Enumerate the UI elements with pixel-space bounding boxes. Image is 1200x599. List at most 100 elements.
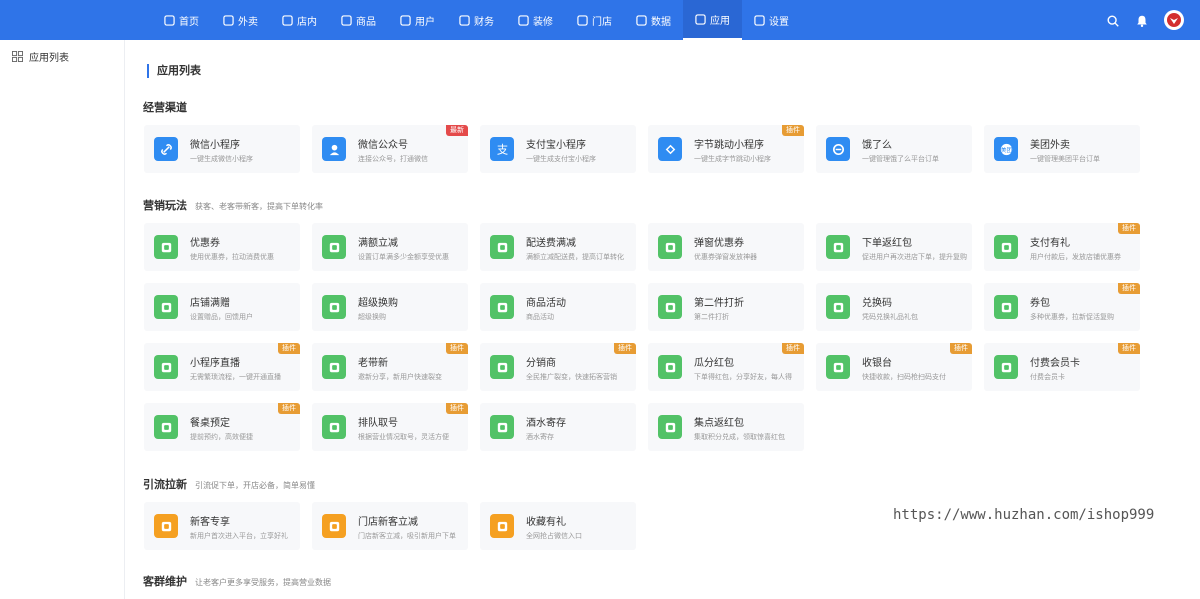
bell-icon[interactable] (1135, 13, 1149, 28)
app-card-name: 兑换码 (862, 298, 892, 309)
app-card-badge: 最新 (446, 125, 468, 136)
app-card-badge: 插件 (782, 125, 804, 136)
sidebar: 应用列表 (0, 40, 125, 599)
main-nav: 首页 外卖 店内 商品 用户 财务 装修 门店 数据 应用 设置 (152, 0, 801, 40)
app-card[interactable]: 新客专享 新用户首次进入平台，立享好礼 (144, 502, 300, 550)
sidebar-item-app-list[interactable]: 应用列表 (0, 40, 124, 72)
app-card-desc: 一键管理美团平台订单 (1030, 155, 1100, 163)
cashier-icon (826, 355, 850, 379)
app-card[interactable]: 门店新客立减 门店新客立减，吸引新用户下单 (312, 502, 468, 550)
app-card[interactable]: 券包 多种优惠券，拉新促活复购 插件 (984, 283, 1140, 331)
app-card-desc: 凭码兑换礼品礼包 (862, 313, 918, 321)
nav-item-7[interactable]: 门店 (565, 0, 624, 40)
app-card[interactable]: 酒水寄存 酒水寄存 (480, 403, 636, 451)
app-card[interactable]: 满额立减 设置订单满多少金额享受优惠 (312, 223, 468, 271)
app-card[interactable]: 支付有礼 用户付款后，发放店铺优惠券 插件 (984, 223, 1140, 271)
nav-item-6[interactable]: 装修 (506, 0, 565, 40)
nav-item-5[interactable]: 财务 (447, 0, 506, 40)
app-card[interactable]: 优惠券 使用优惠券，拉动消费优惠 (144, 223, 300, 271)
app-card-name: 分销商 (526, 358, 556, 369)
app-card[interactable]: 老带新 邀新分享，新用户快速裂变 插件 (312, 343, 468, 391)
app-card[interactable]: 店铺满赠 设置赠品，回馈用户 (144, 283, 300, 331)
app-card-desc: 用户付款后，发放店铺优惠券 (1030, 253, 1121, 261)
app-card[interactable]: 餐桌预定 提前预约，高效便捷 插件 (144, 403, 300, 451)
app-card[interactable]: 分销商 全民推广裂变，快速拓客营销 插件 (480, 343, 636, 391)
app-card-name: 字节跳动小程序 (694, 140, 764, 151)
nav-item-3[interactable]: 商品 (329, 0, 388, 40)
app-card-name: 饿了么 (862, 140, 892, 151)
app-card-name: 排队取号 (358, 418, 398, 429)
nav-item-9[interactable]: 应用 (683, 0, 742, 40)
svg-text:美团: 美团 (1000, 145, 1012, 153)
app-card[interactable]: 弹窗优惠券 优惠券弹窗发放神器 (648, 223, 804, 271)
app-card[interactable]: 商品活动 商品活动 (480, 283, 636, 331)
chart-icon (636, 14, 647, 26)
link-icon (154, 137, 178, 161)
app-card[interactable]: 第二件打折 第二件打折 (648, 283, 804, 331)
nav-item-4[interactable]: 用户 (388, 0, 447, 40)
app-card[interactable]: 支 支付宝小程序 一键生成支付宝小程序 (480, 125, 636, 173)
app-card-desc: 优惠券弹窗发放神器 (694, 253, 757, 261)
nav-item-10[interactable]: 设置 (742, 0, 801, 40)
meituan-icon: 美团 (994, 137, 1018, 161)
nav-item-1[interactable]: 外卖 (211, 0, 270, 40)
app-card-desc: 设置订单满多少金额享受优惠 (358, 253, 449, 261)
section-subtitle: 引流促下单，开店必备，简单易懂 (195, 481, 315, 490)
nav-item-label: 数据 (651, 16, 671, 28)
top-right-tools (1106, 0, 1184, 40)
app-card[interactable]: 字节跳动小程序 一键生成字节跳动小程序 插件 (648, 125, 804, 173)
section-title-2: 引流拉新 引流促下单，开店必备，简单易懂 (143, 476, 315, 492)
home-icon (164, 14, 175, 26)
nav-item-2[interactable]: 店内 (270, 0, 329, 40)
coupon-icon (154, 235, 178, 259)
app-card[interactable]: 饿了么 一键管理饿了么平台订单 (816, 125, 972, 173)
app-card[interactable]: 配送费满减 满额立减配送费，提高订单转化 (480, 223, 636, 271)
app-card-name: 付费会员卡 (1030, 358, 1080, 369)
app-card-name: 支付宝小程序 (526, 140, 586, 151)
apps-icon (695, 13, 706, 25)
app-card-desc: 全网抢占微信入口 (526, 532, 582, 540)
app-card-name: 券包 (1030, 298, 1050, 309)
app-card[interactable]: 下单返红包 促进用户再次进店下单，提升复购 (816, 223, 972, 271)
app-card-badge: 插件 (950, 343, 972, 354)
avatar[interactable] (1164, 10, 1184, 30)
app-card-desc: 连接公众号，打通微信 (358, 155, 428, 163)
app-card-name: 微信公众号 (358, 140, 408, 151)
search-icon[interactable] (1106, 13, 1120, 27)
app-card[interactable]: 收藏有礼 全网抢占微信入口 (480, 502, 636, 550)
app-card[interactable]: 微信公众号连接公众号，打通微信 最新 (312, 125, 468, 173)
dine-in-icon (282, 14, 293, 26)
app-card-badge: 插件 (782, 343, 804, 354)
nav-item-label: 财务 (474, 16, 494, 28)
swap-icon (322, 295, 346, 319)
app-card-name: 店铺满赠 (190, 298, 230, 309)
app-card[interactable]: 微信小程序 一键生成微信小程序 (144, 125, 300, 173)
app-card[interactable]: 排队取号 根据营业情况取号，灵活方便 插件 (312, 403, 468, 451)
app-card-badge: 插件 (278, 343, 300, 354)
app-card-desc: 门店新客立减，吸引新用户下单 (358, 532, 456, 540)
app-card[interactable]: 瓜分红包 下单得红包，分享好友，每人得 插件 (648, 343, 804, 391)
new-customer-icon (154, 514, 178, 538)
app-card-name: 老带新 (358, 358, 388, 369)
app-card-name: 收银台 (862, 358, 892, 369)
redeem-icon (826, 295, 850, 319)
goods-icon (341, 14, 352, 26)
hourglass-icon (322, 415, 346, 439)
nav-item-0[interactable]: 首页 (152, 0, 211, 40)
app-card[interactable]: 付费会员卡 付费会员卡 插件 (984, 343, 1140, 391)
app-card-name: 支付有礼 (1030, 238, 1070, 249)
app-card[interactable]: 集点返红包 集取积分兑成，领取惊喜红包 (648, 403, 804, 451)
app-card[interactable]: 美团 美团外卖 一键管理美团平台订单 (984, 125, 1140, 173)
nav-item-8[interactable]: 数据 (624, 0, 683, 40)
app-card[interactable]: 收银台 快捷收款，扫码枪扫码支付 插件 (816, 343, 972, 391)
nav-item-label: 装修 (533, 16, 553, 28)
app-card[interactable]: 小程序直播 无需繁琐流程，一键开通直播 插件 (144, 343, 300, 391)
app-card-desc: 付费会员卡 (1030, 373, 1065, 381)
zeng-icon (154, 295, 178, 319)
eleme-icon (826, 137, 850, 161)
app-card[interactable]: 兑换码凭码兑换礼品礼包 (816, 283, 972, 331)
app-card-name: 第二件打折 (694, 298, 744, 309)
top-nav-bar: 首页 外卖 店内 商品 用户 财务 装修 门店 数据 应用 设置 (0, 0, 1200, 40)
invite-icon (322, 355, 346, 379)
app-card[interactable]: 超级换购 超级换购 (312, 283, 468, 331)
